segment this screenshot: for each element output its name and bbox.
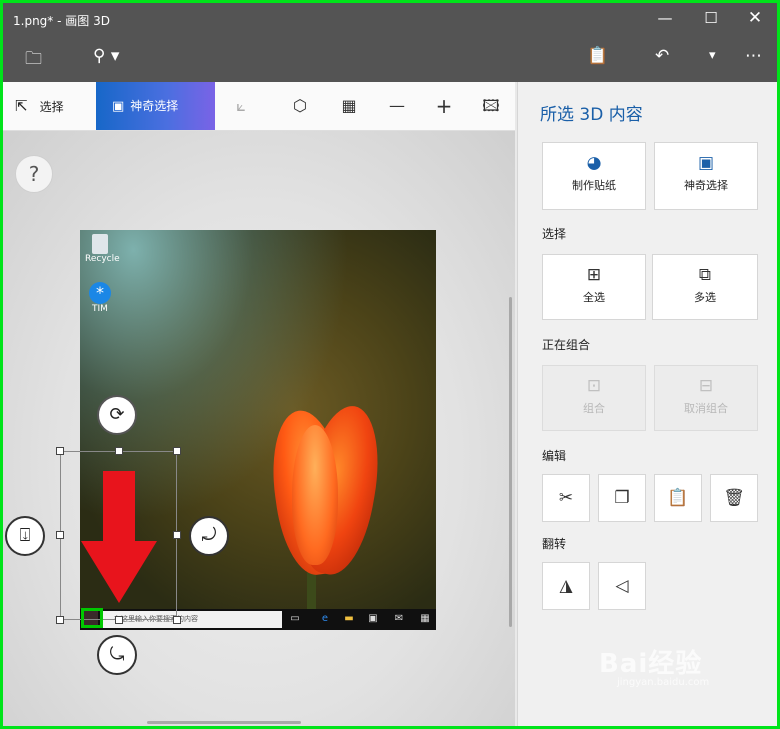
grid-icon[interactable]: ▦ [331,82,367,130]
group-button[interactable]: ⊡ 组合 [542,365,646,431]
chevron-down-icon[interactable]: ▾ [709,48,716,63]
magic-select-icon: ▣ [697,153,715,173]
horizontal-scrollbar[interactable] [147,721,301,724]
desktop-icon-label: Recycle [85,254,120,264]
select-all-icon: ⊞ [586,265,602,285]
magic-select-button[interactable]: ▣ 神奇选择 [654,142,758,210]
group-section-label: 正在组合 [542,338,591,352]
cursor-icon: ⇱ [15,97,28,115]
select-section-label: 选择 [542,227,567,241]
crop-icon[interactable]: ⟀ [223,82,259,130]
edit-section-label: 编辑 [542,449,567,463]
paste-icon: 📋 [667,488,689,508]
multi-select-label: 多选 [694,291,716,304]
rotate-z-icon[interactable]: ⟳ [97,395,137,435]
task-view-icon: ▭ [290,613,300,624]
zoom-in-icon[interactable]: + [426,82,462,130]
window-title: 1.png* - 画图 3D [13,14,110,28]
flip-horizontal-button[interactable]: ◮ [542,562,590,610]
magic-select-icon: ▣ [112,99,125,114]
canvas-toolbar: ⇱ 选择 ▣ 神奇选择 ⟀ ⬡ ▦ — + 🖾 [3,82,515,131]
panel-title: 所选 3D 内容 [540,105,643,125]
mail-icon: ✉ [394,613,404,624]
more-icon[interactable]: ⋯ [745,46,762,66]
ungroup-label: 取消组合 [684,402,728,415]
watermark-url: jingyan.baidu.com [617,677,710,688]
select-tool-label: 选择 [39,100,64,114]
cut-button[interactable]: ✂ [542,474,590,522]
resize-handle[interactable] [56,616,64,624]
desktop-icon-recycle: Recycle [85,234,120,264]
flip-section-label: 翻转 [542,537,567,551]
multi-select-icon: ⧉ [698,265,712,285]
title-bar: 1.png* - 画图 3D — ☐ ✕ [3,3,777,36]
zoom-out-icon[interactable]: — [379,82,415,130]
app-window: 1.png* - 画图 3D — ☐ ✕ 🗀 ⚲ ▾ 📋 ↶ ▾ ⋯ ⇱ 选择 ▣… [0,0,780,729]
view-3d-icon[interactable]: ⬡ [282,82,318,130]
command-bar: 🗀 ⚲ ▾ 📋 ↶ ▾ ⋯ [3,36,777,82]
store-icon: ▣ [368,613,378,624]
magic-select-tool-button[interactable]: ▣ 神奇选择 [96,82,215,130]
sticker-icon: ◕ [586,153,602,173]
resize-handle[interactable] [56,531,64,539]
ungroup-button[interactable]: ⊟ 取消组合 [654,365,758,431]
delete-button[interactable]: 🗑 [710,474,758,522]
calculator-icon: ▦ [420,613,430,624]
maximize-button[interactable]: ☐ [691,9,731,27]
resize-handle[interactable] [173,447,181,455]
canvas-area[interactable]: ? Recycle * TIM 在这里输入你要搜索的内容 ▭ e ▬ ▣ ✉ ▦… [3,131,515,726]
desktop-icon-label: TIM [92,304,108,314]
image-view-icon[interactable]: 🖾 [473,82,509,130]
paste-button[interactable]: 📋 [654,474,702,522]
cut-icon: ✂ [558,488,574,508]
resize-handle[interactable] [56,447,64,455]
resize-handle[interactable] [173,531,181,539]
recycle-bin-icon [92,234,108,254]
make-sticker-button[interactable]: ◕ 制作贴纸 [542,142,646,210]
resize-handle[interactable] [173,616,181,624]
push-back-icon[interactable]: ⍗ [5,516,45,556]
watermark-logo: Bai经验 [599,649,703,679]
vertical-scrollbar[interactable] [509,297,512,627]
select-tool-button[interactable]: ⇱ 选择 [15,82,95,130]
magic-select-label: 神奇选择 [684,179,728,192]
paste-icon[interactable]: 📋 [587,46,608,66]
help-button[interactable]: ? [15,155,53,193]
group-label: 组合 [583,402,605,415]
location-pin-icon[interactable]: ⚲ ▾ [93,46,119,66]
flip-horizontal-icon: ◮ [559,576,573,596]
multi-select-button[interactable]: ⧉ 多选 [652,254,758,320]
ungroup-icon: ⊟ [698,376,714,396]
rotate-y-icon[interactable]: ⤾ [189,516,229,556]
copy-icon: ❐ [614,488,630,508]
make-sticker-label: 制作贴纸 [572,179,616,192]
selection-panel: 所选 3D 内容 ◕ 制作贴纸 ▣ 神奇选择 选择 ⊞ 全选 ⧉ 多选 正在组合… [517,82,777,726]
resize-handle[interactable] [115,447,123,455]
delete-icon: 🗑 [723,488,745,508]
rotate-x-icon[interactable]: ⤿ [97,635,137,675]
tim-app-icon: * [89,282,111,304]
close-button[interactable]: ✕ [735,9,775,27]
desktop-icon-tim: * TIM [85,282,115,314]
file-explorer-icon: ▬ [344,613,354,624]
select-all-button[interactable]: ⊞ 全选 [542,254,646,320]
minimize-button[interactable]: — [645,9,685,27]
flip-vertical-button[interactable]: ◁ [598,562,646,610]
magic-select-label: 神奇选择 [130,99,179,113]
flip-vertical-icon: ◁ [615,576,629,596]
select-all-label: 全选 [583,291,605,304]
flower-petal [292,425,338,565]
selected-object-highlight [81,608,103,628]
group-icon: ⊡ [586,376,602,396]
resize-handle[interactable] [115,616,123,624]
folder-icon[interactable]: 🗀 [25,46,42,75]
edge-icon: e [321,613,329,624]
red-arrow-annotation [81,471,157,603]
undo-icon[interactable]: ↶ [655,46,669,66]
copy-button[interactable]: ❐ [598,474,646,522]
